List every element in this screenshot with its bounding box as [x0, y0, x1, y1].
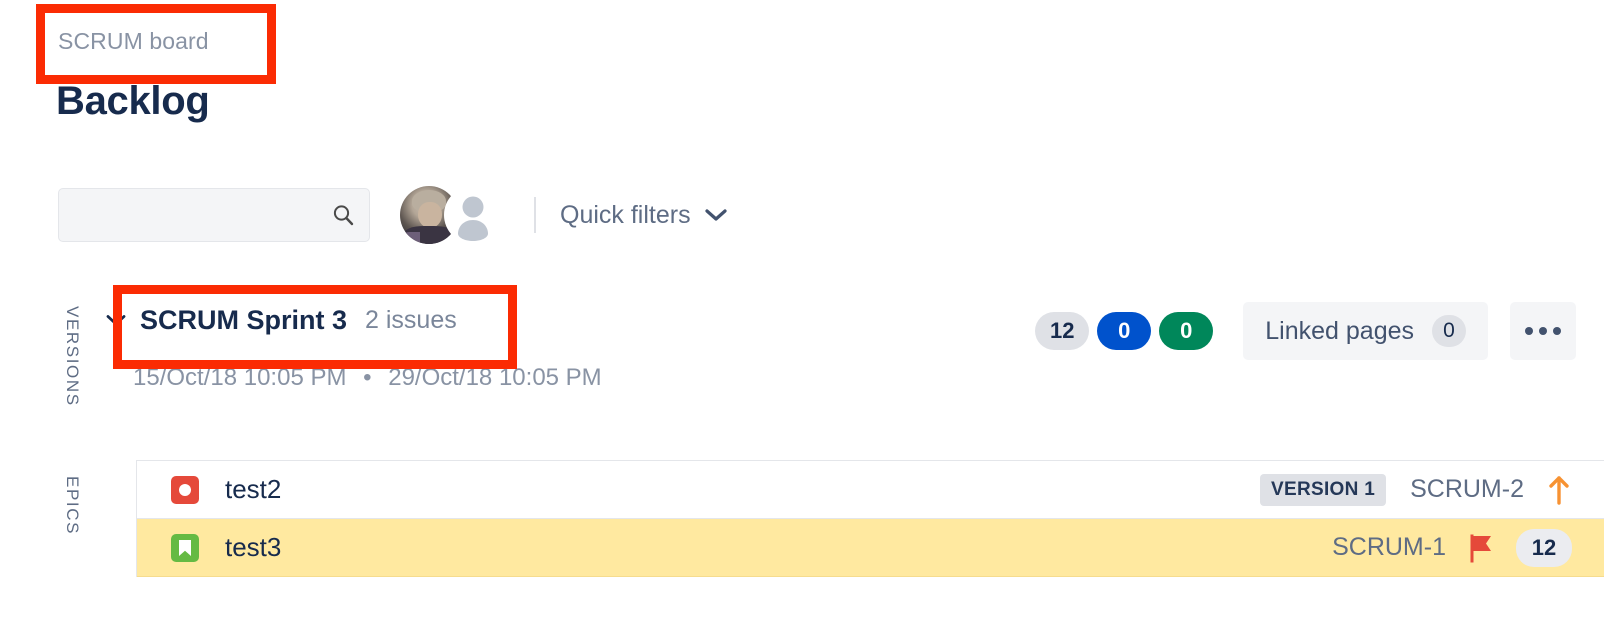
priority-high-arrow-up-icon	[1546, 475, 1572, 505]
bug-icon	[171, 475, 199, 504]
status-badge-inprogress[interactable]: 0	[1097, 312, 1152, 350]
search-box[interactable]	[58, 188, 370, 242]
issue-summary[interactable]: test2	[225, 474, 281, 505]
more-options-icon	[1539, 327, 1547, 335]
toolbar-divider	[534, 197, 536, 233]
backlog-toolbar: Quick filters	[58, 186, 727, 244]
sidebar-item-versions[interactable]: VERSIONS	[62, 306, 82, 407]
table-row[interactable]: test3 SCRUM-1 12	[137, 519, 1604, 577]
person-icon	[458, 196, 488, 241]
sprint-issue-count: 2 issues	[365, 306, 457, 334]
more-options-icon	[1553, 327, 1561, 335]
chevron-down-icon	[704, 208, 727, 222]
backlog-page: SCRUM board Backlog Quick filters VERSIO…	[0, 0, 1604, 642]
estimate-badge: 12	[1516, 528, 1572, 567]
linked-pages-label: Linked pages	[1265, 316, 1414, 345]
sprint-header: SCRUM Sprint 3 2 issues	[106, 305, 457, 336]
issue-key[interactable]: SCRUM-1	[1332, 533, 1446, 562]
linked-pages-button[interactable]: Linked pages 0	[1243, 302, 1488, 360]
breadcrumb-scrum-board[interactable]: SCRUM board	[58, 28, 209, 55]
status-badge-done[interactable]: 0	[1159, 312, 1214, 350]
issue-key[interactable]: SCRUM-2	[1410, 475, 1524, 504]
user-avatar-default[interactable]	[444, 186, 502, 244]
quick-filters-dropdown[interactable]: Quick filters	[560, 201, 727, 230]
sprint-end-date: 29/Oct/18 10:05 PM	[388, 364, 602, 391]
more-options-button[interactable]	[1510, 302, 1576, 360]
sprint-name[interactable]: SCRUM Sprint 3	[140, 305, 347, 336]
avatar-photo-detail	[418, 202, 442, 228]
page-title: Backlog	[56, 79, 210, 123]
sidebar-item-epics[interactable]: EPICS	[62, 476, 82, 535]
avatar-group	[400, 186, 502, 244]
linked-pages-count: 0	[1432, 315, 1466, 347]
sprint-start-date: 15/Oct/18 10:05 PM	[133, 364, 347, 391]
more-options-icon	[1525, 327, 1533, 335]
priority-highest-flag-icon	[1468, 533, 1494, 563]
status-badge-todo[interactable]: 12	[1035, 312, 1090, 350]
sprint-actions: 12 0 0 Linked pages 0	[1035, 302, 1576, 360]
story-icon	[171, 533, 199, 562]
sprint-date-range: 15/Oct/18 10:05 PM • 29/Oct/18 10:05 PM	[133, 364, 602, 392]
side-rail: VERSIONS EPICS	[62, 300, 96, 590]
sprint-collapse-chevron-down-icon[interactable]	[106, 314, 130, 327]
table-row[interactable]: test2 VERSION 1 SCRUM-2	[137, 461, 1604, 519]
issue-list: test2 VERSION 1 SCRUM-2 test3 SCRUM-1 12	[136, 460, 1604, 577]
issue-summary[interactable]: test3	[225, 532, 281, 563]
version-lozenge: VERSION 1	[1260, 473, 1387, 506]
sprint-date-separator: •	[363, 364, 372, 391]
avatar-photo-detail	[402, 232, 420, 244]
quick-filters-label: Quick filters	[560, 200, 691, 229]
search-input[interactable]	[59, 189, 369, 241]
